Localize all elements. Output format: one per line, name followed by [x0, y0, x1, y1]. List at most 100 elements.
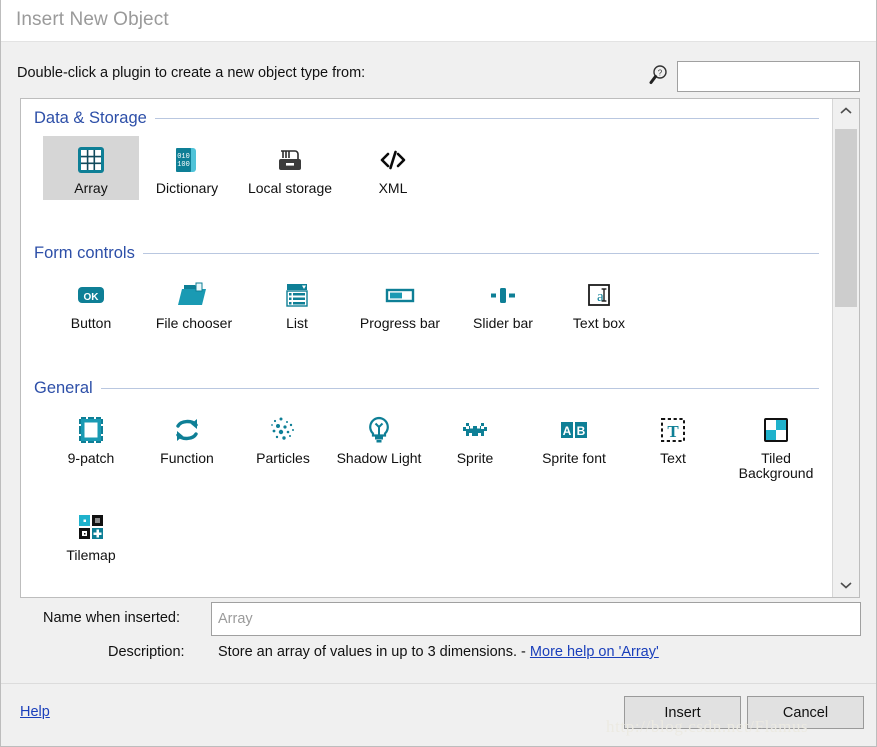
plugin-label: Array	[74, 180, 108, 196]
svg-text:T: T	[667, 422, 679, 441]
dialog-prompt: Double-click a plugin to create a new ob…	[17, 65, 366, 81]
shadow-light-bulb-icon	[361, 412, 397, 448]
svg-text:010: 010	[177, 153, 190, 161]
plugin-tile-sprite-font[interactable]: A B Sprite font	[523, 406, 625, 481]
plugin-label: Particles	[256, 450, 310, 466]
plugin-label: Function	[160, 450, 214, 466]
plugin-tile-shadow-light[interactable]: Shadow Light	[331, 406, 427, 481]
section-divider	[154, 117, 819, 119]
function-arrows-icon	[169, 412, 205, 448]
plugin-tile-function[interactable]: Function	[139, 406, 235, 481]
plugin-label: 9-patch	[67, 450, 115, 466]
chevron-up-icon[interactable]	[833, 99, 859, 123]
xml-code-brackets-icon	[375, 142, 411, 178]
dictionary-book-icon: 010 100	[169, 142, 205, 178]
plugin-tile-button[interactable]: OK Button	[43, 271, 139, 335]
svg-text:OK: OK	[84, 292, 100, 303]
section-title: Data & Storage	[34, 108, 147, 127]
tiled-background-icon	[758, 412, 794, 448]
section-data-and-storage: Data & Storage Array 010 100 Dictionary …	[21, 107, 833, 200]
section-header: Form controls	[34, 242, 819, 264]
svg-text:100: 100	[177, 161, 190, 169]
plugin-label: Shadow Light	[336, 450, 422, 466]
section-form-controls: Form controls OK Button File chooser Lis…	[21, 242, 833, 335]
plugin-label: Dictionary	[155, 180, 219, 196]
section-title: General	[34, 378, 93, 397]
plugin-list-scroll-area: Data & Storage Array 010 100 Dictionary …	[21, 99, 833, 597]
plugin-tile-9-patch[interactable]: 9-patch	[43, 406, 139, 481]
plugin-tile-list[interactable]: List	[249, 271, 345, 335]
section-divider	[142, 252, 819, 254]
plugin-label: Progress bar	[359, 315, 441, 331]
section-divider	[100, 387, 819, 389]
plugin-label: Tiled Background	[738, 450, 814, 481]
svg-text:a: a	[597, 289, 604, 305]
plugin-label: Tilemap	[66, 547, 116, 563]
footer-divider	[1, 683, 876, 684]
nine-patch-icon	[73, 412, 109, 448]
section-grid: Array 010 100 Dictionary Local storage X…	[43, 136, 833, 200]
plugin-label: Button	[70, 315, 112, 331]
plugin-list-panel: Data & Storage Array 010 100 Dictionary …	[20, 98, 860, 598]
description-text: Store an array of values in up to 3 dime…	[218, 644, 526, 660]
search-help-icon: ?	[648, 64, 670, 86]
description-label: Description:	[108, 644, 185, 660]
plugin-label: Text	[660, 450, 686, 466]
dialog-title: Insert New Object	[16, 9, 169, 30]
plugin-tile-text-box[interactable]: a Text box	[551, 271, 647, 335]
section-general: General 9-patch Function Particles Shado…	[21, 377, 833, 567]
name-when-inserted-label: Name when inserted:	[43, 610, 181, 626]
plugin-label: Text box	[572, 315, 626, 331]
name-when-inserted-input[interactable]	[211, 602, 861, 636]
plugin-label: Sprite font	[542, 450, 606, 466]
plugin-label: Slider bar	[473, 315, 533, 331]
array-grid-icon	[73, 142, 109, 178]
more-help-link[interactable]: More help on 'Array'	[530, 644, 659, 660]
plugin-label: Local storage	[247, 180, 333, 196]
button-ok-icon: OK	[73, 277, 109, 313]
tilemap-icon	[73, 509, 109, 545]
plugin-tile-file-chooser[interactable]: File chooser	[139, 271, 249, 335]
plugin-tile-particles[interactable]: Particles	[235, 406, 331, 481]
slider-bar-icon	[485, 277, 521, 313]
file-folder-icon	[176, 277, 212, 313]
watermark: http://blog.csdn.net/Flamus	[606, 717, 809, 736]
plugin-label: Sprite	[456, 450, 494, 466]
description-row: Store an array of values in up to 3 dime…	[218, 644, 659, 660]
section-title: Form controls	[34, 243, 135, 262]
plugin-list-scrollbar[interactable]	[832, 99, 859, 597]
help-link[interactable]: Help	[20, 704, 50, 720]
progress-bar-icon	[382, 277, 418, 313]
text-dashed-t-icon: T	[655, 412, 691, 448]
plugin-tile-tiled-background[interactable]: Tiled Background	[721, 406, 831, 481]
plugin-tile-xml[interactable]: XML	[345, 136, 441, 200]
section-grid: 9-patch Function Particles Shadow Light …	[43, 406, 833, 567]
svg-text:?: ?	[658, 69, 663, 78]
search-input[interactable]	[677, 61, 860, 92]
particles-dots-icon	[265, 412, 301, 448]
scrollbar-thumb[interactable]	[835, 129, 857, 307]
insert-new-object-dialog: Insert New Object Double-click a plugin …	[0, 0, 877, 747]
plugin-tile-local-storage[interactable]: Local storage	[235, 136, 345, 200]
plugin-tile-slider-bar[interactable]: Slider bar	[455, 271, 551, 335]
text-box-icon: a	[581, 277, 617, 313]
plugin-label: List	[286, 315, 308, 331]
plugin-tile-sprite[interactable]: Sprite	[427, 406, 523, 481]
section-grid: OK Button File chooser List Progress bar…	[43, 271, 833, 335]
svg-text:A: A	[563, 424, 572, 438]
svg-text:B: B	[577, 424, 586, 438]
section-header: Data & Storage	[34, 107, 819, 129]
plugin-tile-dictionary[interactable]: 010 100 Dictionary	[139, 136, 235, 200]
sprite-invader-icon	[457, 412, 493, 448]
list-dropdown-icon	[279, 277, 315, 313]
chevron-down-icon[interactable]	[833, 573, 859, 597]
plugin-tile-progress-bar[interactable]: Progress bar	[345, 271, 455, 335]
plugin-label: XML	[378, 180, 408, 196]
local-storage-disk-icon	[272, 142, 308, 178]
section-header: General	[34, 377, 819, 399]
plugin-tile-text[interactable]: T Text	[625, 406, 721, 481]
plugin-tile-array[interactable]: Array	[43, 136, 139, 200]
dialog-titlebar: Insert New Object	[1, 0, 876, 42]
plugin-tile-tilemap[interactable]: Tilemap	[43, 503, 139, 567]
sprite-font-ab-icon: A B	[556, 412, 592, 448]
